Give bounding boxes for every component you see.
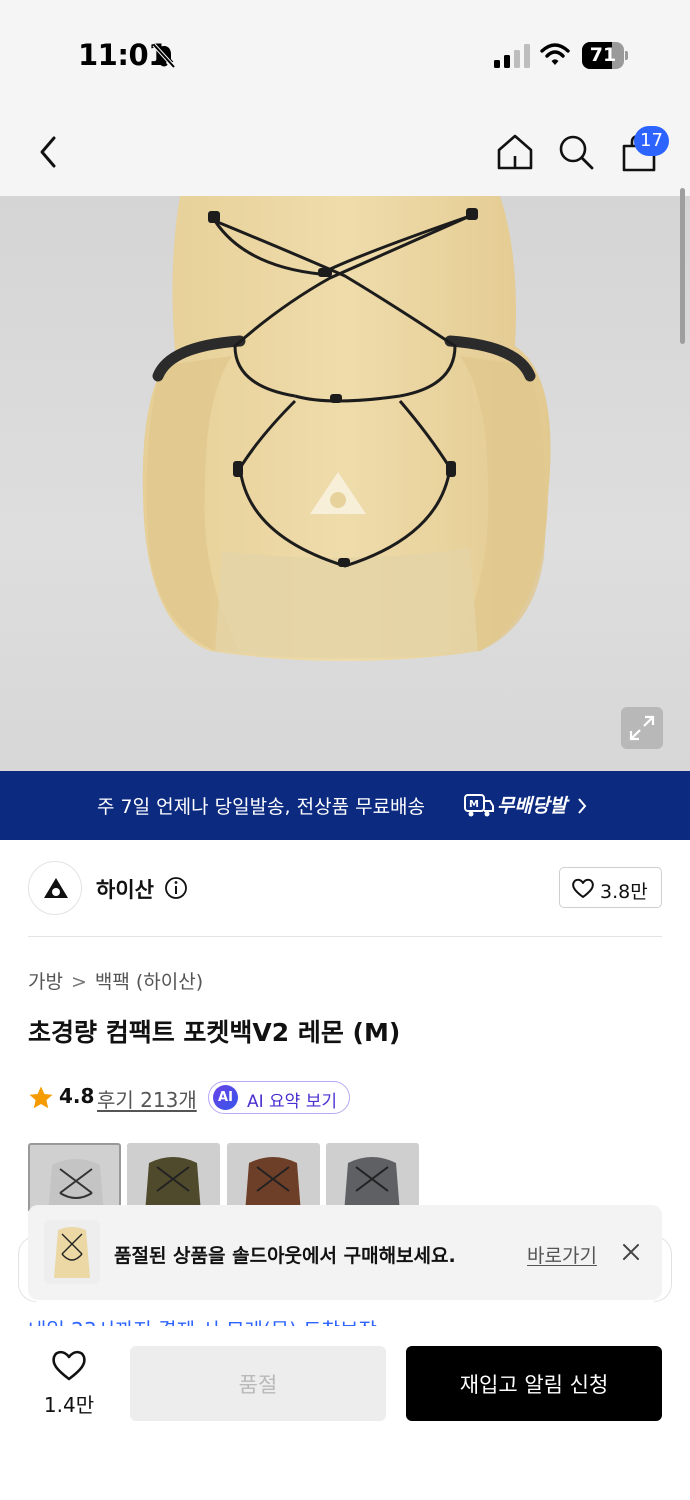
breadcrumb-category[interactable]: 가방 xyxy=(28,971,63,993)
color-option-olive[interactable] xyxy=(127,1143,220,1213)
toast-go-link[interactable]: 바로가기 xyxy=(527,1241,597,1268)
wishlist-count: 1.4만 xyxy=(43,1393,95,1417)
expand-icon[interactable] xyxy=(621,707,663,749)
ai-summary-button[interactable]: AI AI 요약 보기 xyxy=(208,1081,350,1114)
wifi-icon xyxy=(540,43,570,65)
toast-product-thumbnail xyxy=(44,1220,100,1284)
star-icon xyxy=(29,1086,53,1109)
brand-name[interactable]: 하이산 xyxy=(96,874,154,904)
search-icon[interactable] xyxy=(556,132,596,172)
color-option-charcoal[interactable] xyxy=(326,1143,419,1213)
toast-message: 품절된 상품을 솔드아웃에서 구매해보세요. xyxy=(114,1245,456,1267)
status-bar: 11:01 71 xyxy=(0,0,690,110)
product-title: 초경량 컴팩트 포켓백V2 레몬 (M) xyxy=(28,1018,401,1047)
close-icon[interactable] xyxy=(622,1243,640,1261)
delivery-text: 내일 23시까지 결제 시 모레(목) 도착보장 xyxy=(28,1314,377,1326)
wishlist-heart-icon[interactable] xyxy=(50,1348,88,1382)
restock-alert-button[interactable]: 재입고 알림 신청 xyxy=(406,1346,662,1421)
color-option-brown[interactable] xyxy=(227,1143,320,1213)
home-icon[interactable] xyxy=(495,132,535,172)
battery-level: 71 xyxy=(589,44,617,66)
divider xyxy=(28,936,662,937)
top-nav xyxy=(0,110,690,196)
heart-icon xyxy=(572,878,594,898)
brand-like-button[interactable]: 3.8만 xyxy=(559,867,662,908)
backpack-image xyxy=(142,196,551,661)
product-image[interactable] xyxy=(0,196,690,771)
rating-score: 4.8 xyxy=(59,1084,95,1108)
bell-slash-icon xyxy=(152,43,176,69)
brand-like-count: 3.8만 xyxy=(600,881,648,903)
promo-brand: 무배당발 xyxy=(497,795,567,817)
delivery-guarantee: 내일 23시까지 결제 시 모레(목) 도착보장 xyxy=(28,1314,662,1326)
promo-banner[interactable]: 주 7일 언제나 당일발송, 전상품 무료배송 M 무배당발 xyxy=(0,771,690,840)
info-icon[interactable] xyxy=(164,876,188,900)
reviews-link[interactable]: 후기 213개 xyxy=(97,1084,197,1113)
brand-logo[interactable] xyxy=(28,861,82,915)
soldout-toast: 품절된 상품을 솔드아웃에서 구매해보세요. 바로가기 xyxy=(28,1205,662,1300)
ai-summary-label: AI 요약 보기 xyxy=(247,1092,338,1112)
color-option-gray[interactable] xyxy=(28,1143,121,1213)
brand-logo-mark xyxy=(44,878,68,898)
image-scrollbar[interactable] xyxy=(680,188,685,344)
svg-text:M: M xyxy=(469,799,479,810)
chevron-right-icon xyxy=(578,798,587,814)
back-arrow-icon[interactable] xyxy=(30,132,66,172)
breadcrumb: 가방 > 백팩 (하이산) xyxy=(28,967,203,994)
ai-badge: AI xyxy=(213,1085,238,1110)
battery-icon: 71 xyxy=(582,42,628,69)
breadcrumb-separator-icon: > xyxy=(70,971,87,993)
bottom-action-bar: 1.4만 품절 재입고 알림 신청 xyxy=(0,1326,690,1500)
breadcrumb-subcategory[interactable]: 백팩 (하이산) xyxy=(95,971,203,993)
soldout-button: 품절 xyxy=(130,1346,386,1421)
truck-icon: M xyxy=(464,794,494,817)
promo-text: 주 7일 언제나 당일발송, 전상품 무료배송 xyxy=(97,796,426,818)
cellular-signal-icon xyxy=(494,44,530,68)
cart-count-badge: 17 xyxy=(634,126,669,156)
